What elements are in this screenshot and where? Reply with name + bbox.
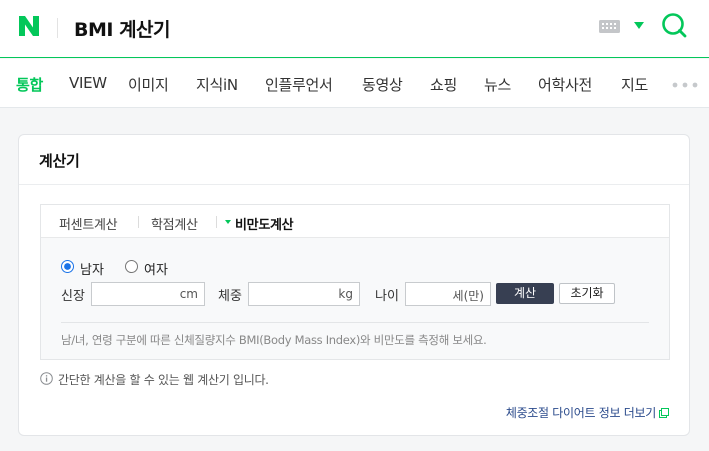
triangle-down-icon[interactable] xyxy=(634,22,644,29)
more-dots-icon[interactable] xyxy=(672,82,698,88)
height-unit: cm xyxy=(179,287,198,301)
gender-radio-female[interactable]: 여자 xyxy=(125,259,175,278)
radio-checked-icon[interactable] xyxy=(61,260,74,273)
age-field[interactable]: 세(만) xyxy=(405,282,491,306)
keyboard-icon[interactable] xyxy=(599,20,620,33)
tab-knowledge-in[interactable]: 지식iN xyxy=(196,74,238,95)
calculate-button[interactable]: 계산 xyxy=(496,283,554,304)
card-divider xyxy=(19,184,689,185)
info-icon xyxy=(40,372,53,385)
height-label: 신장 xyxy=(61,289,85,304)
diet-info-link[interactable]: 체중조절 다이어트 정보 더보기 xyxy=(506,402,669,420)
tab-influencer[interactable]: 인플루언서 xyxy=(265,74,333,95)
tab-news[interactable]: 뉴스 xyxy=(484,74,511,95)
search-header: BMI 계산기 xyxy=(0,0,709,58)
gender-radio-male[interactable]: 남자 xyxy=(61,259,111,278)
weight-unit: kg xyxy=(338,287,353,301)
weight-label: 체중 xyxy=(218,289,242,304)
height-field[interactable]: cm xyxy=(91,282,205,306)
radio-unchecked-icon[interactable] xyxy=(125,260,138,273)
calc-tab-divider xyxy=(216,216,217,228)
calculator-box: 퍼센트계산 학점계산 비만도계산 남자 여자 신장 cm 체중 kg 나이 세(… xyxy=(40,204,670,360)
search-query[interactable]: BMI 계산기 xyxy=(74,15,171,42)
tab-dictionary[interactable]: 어학사전 xyxy=(538,74,592,95)
calc-tab-bmi[interactable]: 비만도계산 xyxy=(235,214,294,233)
calc-tab-divider xyxy=(138,216,139,228)
info-text: 간단한 계산을 할 수 있는 웹 계산기 입니다. xyxy=(58,373,269,387)
search-icon[interactable] xyxy=(661,12,688,39)
naver-logo-icon[interactable] xyxy=(17,14,41,38)
reset-button[interactable]: 초기화 xyxy=(559,283,615,304)
calculator-card: 계산기 퍼센트계산 학점계산 비만도계산 남자 여자 신장 cm 체중 kg 나… xyxy=(18,134,690,436)
tab-images[interactable]: 이미지 xyxy=(128,74,169,95)
tab-shopping[interactable]: 쇼핑 xyxy=(430,74,457,95)
gender-label-male: 남자 xyxy=(80,263,104,278)
tab-video[interactable]: 동영상 xyxy=(362,74,403,95)
tab-map[interactable]: 지도 xyxy=(621,74,648,95)
age-unit: 세(만) xyxy=(452,289,484,303)
gender-label-female: 여자 xyxy=(144,263,168,278)
triangle-down-icon xyxy=(225,220,231,224)
diet-info-link-text[interactable]: 체중조절 다이어트 정보 더보기 xyxy=(506,406,656,420)
age-label: 나이 xyxy=(375,289,399,304)
tab-view[interactable]: VIEW xyxy=(69,74,107,92)
calculator-tabs: 퍼센트계산 학점계산 비만도계산 xyxy=(41,205,669,238)
tab-integrated[interactable]: 통합 xyxy=(16,74,43,95)
form-divider xyxy=(61,322,649,323)
calc-tab-grade[interactable]: 학점계산 xyxy=(151,214,198,233)
bmi-form: 남자 여자 신장 cm 체중 kg 나이 세(만) 계산 초기화 남/녀, 연령… xyxy=(41,238,669,359)
search-tabs: 통합 VIEW 이미지 지식iN 인플루언서 동영상 쇼핑 뉴스 어학사전 지도 xyxy=(0,59,709,108)
calc-tab-percent[interactable]: 퍼센트계산 xyxy=(59,214,118,233)
bmi-description: 남/녀, 연령 구분에 따른 신체질량지수 BMI(Body Mass Inde… xyxy=(61,333,487,347)
new-window-icon[interactable] xyxy=(659,408,669,418)
card-title: 계산기 xyxy=(39,152,80,170)
header-divider xyxy=(57,18,58,38)
weight-field[interactable]: kg xyxy=(248,282,360,306)
